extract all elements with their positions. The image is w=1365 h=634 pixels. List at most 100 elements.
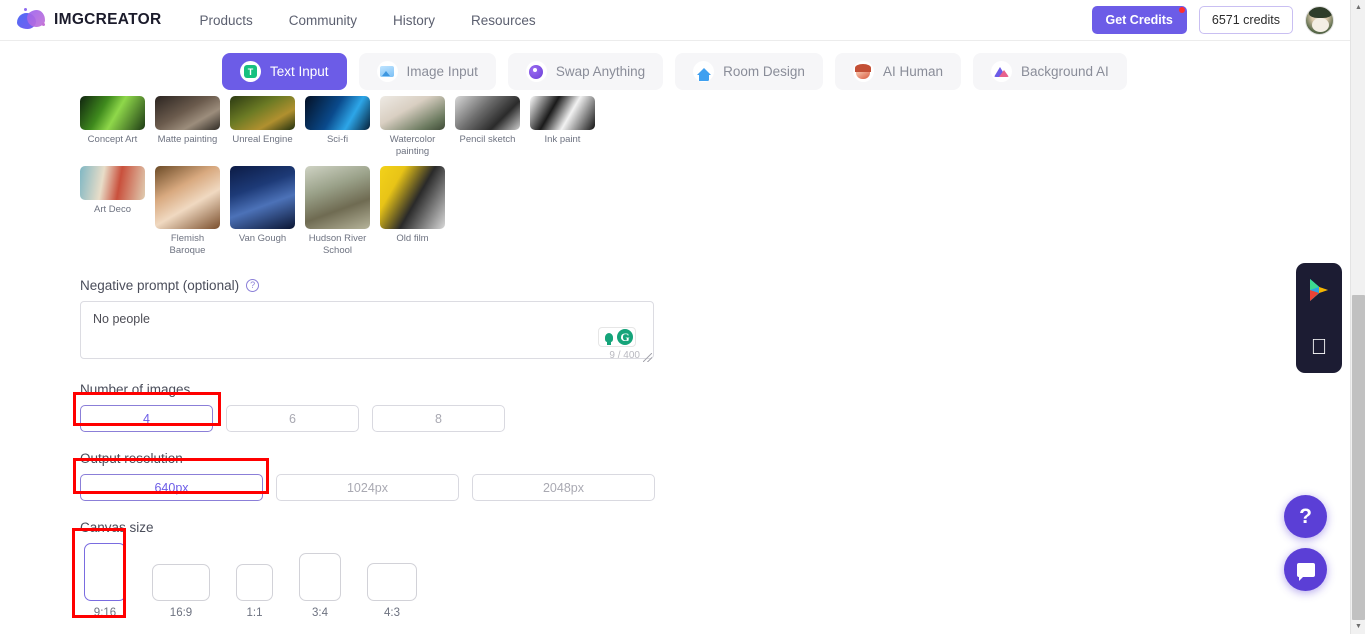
style-preset-label: Van Gough: [238, 233, 287, 244]
style-preset-label: Art Deco: [94, 204, 131, 215]
nav-item-community[interactable]: Community: [289, 13, 357, 28]
grammarly-bulb-icon: [601, 329, 616, 345]
output-resolution-option-1024px[interactable]: 1024px: [276, 474, 459, 501]
user-avatar[interactable]: [1305, 5, 1334, 35]
canvas-size-label: Canvas size: [80, 520, 154, 535]
tab-text-input[interactable]: T Text Input: [222, 53, 347, 90]
brand-logo-link[interactable]: IMGCREATOR: [17, 8, 161, 32]
nav-item-products[interactable]: Products: [199, 13, 252, 28]
style-preset-label: Matte painting: [157, 134, 218, 145]
style-preset-item[interactable]: Van Gough: [230, 166, 295, 256]
canvas-size-option-4-3[interactable]: 4:3: [367, 563, 417, 619]
style-preset-item[interactable]: Watercolor painting: [380, 96, 445, 157]
negative-prompt-label-row: Negative prompt (optional) ?: [80, 278, 680, 293]
tab-background-ai[interactable]: Background AI: [972, 53, 1127, 90]
page-scrollbar[interactable]: ▲ ▼: [1350, 0, 1365, 634]
number-of-images-options: 4 6 8: [80, 405, 680, 432]
number-of-images-option-6[interactable]: 6: [226, 405, 359, 432]
textarea-resize-handle[interactable]: [643, 353, 652, 362]
style-preset-label: Ink paint: [544, 134, 581, 145]
style-thumbnail: [305, 166, 370, 229]
help-circle-icon[interactable]: ?: [246, 279, 260, 292]
tab-swap-anything[interactable]: Swap Anything: [507, 53, 664, 90]
canvas-size-option-3-4[interactable]: 3:4: [299, 553, 341, 619]
canvas-size-option-1-1[interactable]: 1:1: [236, 564, 273, 619]
number-of-images-option-8[interactable]: 8: [372, 405, 505, 432]
canvas-size-option-16-9[interactable]: 16:9: [152, 564, 210, 619]
canvas-size-option-label: 3:4: [312, 607, 328, 619]
style-preset-label: Old film: [396, 233, 429, 244]
help-fab-button[interactable]: ?: [1284, 495, 1327, 538]
style-preset-label: Hudson River School: [308, 233, 367, 256]
aspect-shape: [152, 564, 210, 601]
style-preset-label: Concept Art: [87, 134, 138, 145]
tab-label: Room Design: [723, 64, 805, 79]
chat-fab-button[interactable]: [1284, 548, 1327, 591]
style-preset-item[interactable]: Flemish Baroque: [155, 166, 220, 256]
canvas-size-section: Canvas size 9:16 16:9 1:1 3:4 4:3: [80, 520, 680, 619]
text-input-icon: T: [240, 61, 261, 82]
generation-settings-panel: Concept Art Matte painting Unreal Engine…: [80, 96, 680, 619]
tab-ai-human[interactable]: AI Human: [834, 53, 961, 90]
apple-icon[interactable]: : [1311, 336, 1328, 358]
google-play-icon[interactable]: [1308, 278, 1330, 307]
style-thumbnail: [380, 166, 445, 229]
style-thumbnail: [230, 96, 295, 130]
style-preset-item[interactable]: Hudson River School: [305, 166, 370, 256]
nav-item-resources[interactable]: Resources: [471, 13, 536, 28]
negative-prompt-section: Negative prompt (optional) ? G 9 / 400: [80, 278, 680, 364]
output-resolution-option-640px[interactable]: 640px: [80, 474, 263, 501]
character-counter: 9 / 400: [609, 350, 640, 361]
grammarly-g-icon: G: [617, 329, 633, 345]
canvas-size-options: 9:16 16:9 1:1 3:4 4:3: [80, 543, 680, 619]
scrollbar-thumb[interactable]: [1352, 295, 1365, 620]
style-preset-item[interactable]: Sci-fi: [305, 96, 370, 157]
scrollbar-track-upper[interactable]: [1351, 15, 1365, 295]
negative-prompt-input[interactable]: [80, 301, 654, 359]
aspect-shape: [236, 564, 273, 601]
style-preset-item[interactable]: Ink paint: [530, 96, 595, 157]
aspect-shape: [84, 543, 126, 601]
style-preset-item[interactable]: Art Deco: [80, 166, 145, 256]
imgcreator-logo-icon: [17, 8, 47, 32]
style-thumbnail: [455, 96, 520, 130]
style-preset-item[interactable]: Concept Art: [80, 96, 145, 157]
style-preset-label: Flemish Baroque: [169, 233, 206, 256]
output-resolution-section: Output resolution 640px 1024px 2048px: [80, 451, 680, 501]
style-preset-label: Unreal Engine: [232, 134, 293, 145]
background-ai-icon: [990, 61, 1012, 82]
aspect-shape: [299, 553, 341, 601]
style-preset-item[interactable]: Pencil sketch: [455, 96, 520, 157]
image-input-icon: [376, 61, 398, 82]
style-thumbnail: [530, 96, 595, 130]
tab-label: Text Input: [270, 64, 329, 79]
nav-item-history[interactable]: History: [393, 13, 435, 28]
grammarly-badge[interactable]: G: [598, 327, 636, 347]
style-preset-item[interactable]: Unreal Engine: [230, 96, 295, 157]
style-preset-label: Sci-fi: [326, 134, 349, 145]
top-navigation-bar: IMGCREATOR Products Community History Re…: [0, 0, 1350, 41]
style-preset-grid: Concept Art Matte painting Unreal Engine…: [80, 96, 660, 256]
mode-tabs: T Text Input Image Input Swap Anything R…: [222, 53, 1127, 90]
style-preset-item[interactable]: Old film: [380, 166, 445, 256]
style-thumbnail: [305, 96, 370, 130]
aspect-shape: [367, 563, 417, 601]
room-design-icon: [693, 61, 715, 82]
notification-dot: [1178, 7, 1185, 13]
get-credits-button[interactable]: Get Credits: [1091, 6, 1187, 34]
number-of-images-section: Number of images 4 6 8: [80, 382, 680, 432]
tab-label: AI Human: [882, 64, 943, 79]
credits-balance-badge[interactable]: 6571 credits: [1198, 6, 1293, 34]
style-preset-item[interactable]: Matte painting: [155, 96, 220, 157]
scroll-down-arrow-icon[interactable]: ▼: [1351, 619, 1365, 634]
number-of-images-option-4[interactable]: 4: [80, 405, 213, 432]
style-preset-label: Watercolor painting: [389, 134, 436, 157]
style-thumbnail: [230, 166, 295, 229]
topbar-actions: Get Credits 6571 credits: [1091, 5, 1334, 35]
scroll-up-arrow-icon[interactable]: ▲: [1351, 0, 1365, 15]
mobile-app-badges-rail[interactable]: : [1296, 263, 1342, 373]
tab-room-design[interactable]: Room Design: [675, 53, 823, 90]
tab-image-input[interactable]: Image Input: [358, 53, 496, 90]
output-resolution-option-2048px[interactable]: 2048px: [472, 474, 655, 501]
canvas-size-option-9-16[interactable]: 9:16: [84, 543, 126, 619]
